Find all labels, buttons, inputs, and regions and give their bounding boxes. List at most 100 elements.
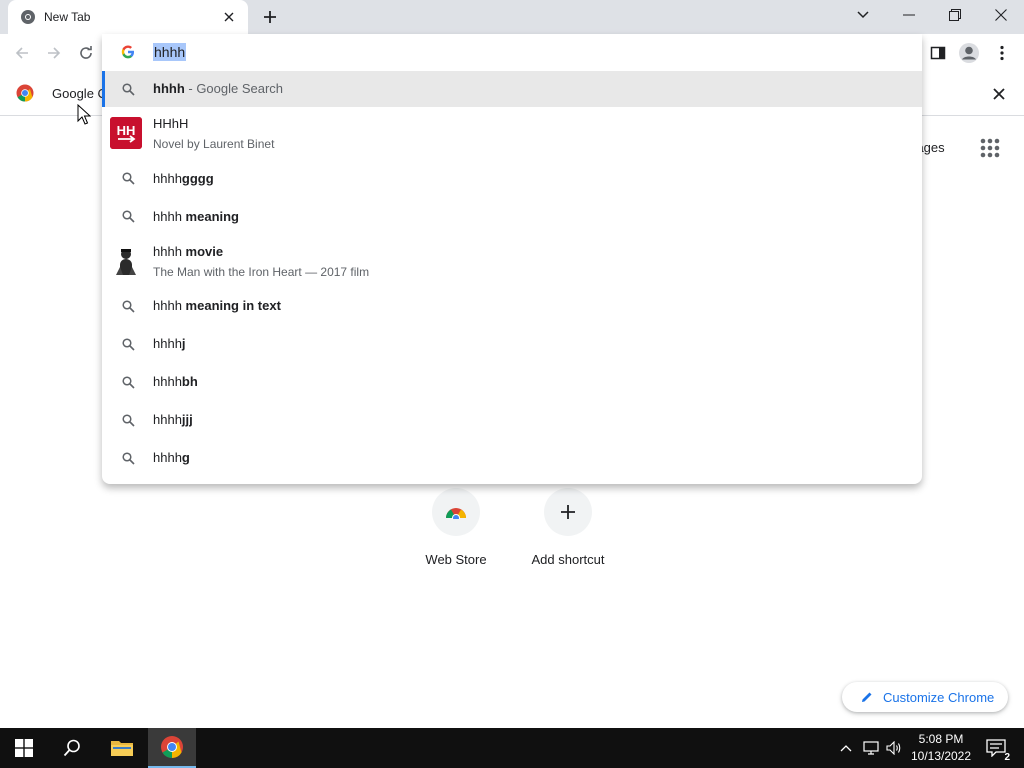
suggestion-subtitle: The Man with the Iron Heart — 2017 film xyxy=(153,265,370,279)
back-arrow-icon xyxy=(15,47,28,59)
shortcut-tile xyxy=(544,488,592,536)
profile-button[interactable] xyxy=(956,40,982,66)
apps-grid-icon[interactable] xyxy=(976,134,1004,162)
suggestion-query: hhhh xyxy=(153,244,186,259)
suggestion-row[interactable]: hhhhbh xyxy=(102,363,922,401)
close-tab-icon[interactable] xyxy=(220,8,238,26)
book-cover-icon: HH xyxy=(110,117,142,149)
suggestion-row[interactable]: hhhhg xyxy=(102,439,922,477)
suggestion-query: hhhh xyxy=(153,209,186,224)
volume-button[interactable] xyxy=(884,728,904,768)
forward-button[interactable] xyxy=(41,40,67,66)
omnibox-dropdown: hhhh hhhh - Google Search HH HHhH Novel … xyxy=(102,34,922,484)
notification-count: 2 xyxy=(1004,752,1010,763)
kebab-menu-icon xyxy=(1000,45,1004,61)
suggestion-query: hhhh xyxy=(153,412,182,427)
suggestion-title: HHhH xyxy=(153,116,189,131)
search-icon xyxy=(120,412,136,428)
minimize-button[interactable] xyxy=(886,0,932,30)
file-explorer-button[interactable] xyxy=(98,728,146,768)
clock-time: 5:08 PM xyxy=(918,732,964,746)
speaker-icon xyxy=(886,741,901,755)
suggestion-query: hhhh xyxy=(153,298,186,313)
close-window-button[interactable] xyxy=(978,0,1024,30)
network-icon xyxy=(863,741,879,755)
suggestion-subtitle: Novel by Laurent Binet xyxy=(153,137,275,151)
suggestion-row[interactable]: hhhhgggg xyxy=(102,159,922,197)
chrome-logo-icon xyxy=(16,84,34,107)
suggestion-bold: g xyxy=(181,450,190,465)
avatar-icon xyxy=(959,43,979,63)
plus-icon xyxy=(561,505,575,519)
suggestion-row[interactable]: HH HHhH Novel by Laurent Binet xyxy=(102,108,922,158)
tab-new-tab[interactable]: New Tab xyxy=(8,0,248,34)
back-button[interactable] xyxy=(9,40,35,66)
network-button[interactable] xyxy=(860,728,882,768)
shortcut-tile xyxy=(432,488,480,536)
notification-icon xyxy=(986,739,1006,757)
search-icon xyxy=(63,739,80,757)
new-tab-button[interactable] xyxy=(258,5,282,29)
suggestion-row[interactable]: hhhh meaning in text xyxy=(102,287,922,325)
suggestion-row[interactable]: hhhhj xyxy=(102,325,922,363)
mouse-cursor-icon xyxy=(77,103,92,131)
suggestion-query: hhhh xyxy=(153,171,182,186)
taskbar-search-button[interactable] xyxy=(48,728,96,768)
windows-logo-icon xyxy=(15,739,33,757)
notifications-button[interactable]: 2 xyxy=(978,728,1014,768)
close-icon xyxy=(993,88,1005,100)
search-icon xyxy=(120,298,136,314)
show-hidden-icons-button[interactable] xyxy=(836,728,856,768)
search-icon xyxy=(120,374,136,390)
movie-poster-icon xyxy=(110,245,142,277)
bookmark-item-label[interactable]: Google C xyxy=(52,86,107,101)
search-icon xyxy=(120,336,136,352)
reload-button[interactable] xyxy=(73,40,99,66)
side-panel-icon xyxy=(930,46,946,60)
suggestion-row[interactable]: hhhh - Google Search xyxy=(102,71,922,107)
tab-title: New Tab xyxy=(44,10,91,24)
side-panel-button[interactable] xyxy=(925,40,951,66)
taskbar-clock[interactable]: 5:08 PM 10/13/2022 xyxy=(904,731,978,765)
chrome-taskbar-button[interactable] xyxy=(148,728,196,768)
suggestion-query: hhhh xyxy=(153,374,182,389)
shortcut-label: Web Store xyxy=(425,552,487,567)
folder-icon xyxy=(111,741,133,756)
suggestion-bold: meaning xyxy=(185,209,240,224)
suggestion-query: hhhh xyxy=(153,450,182,465)
customize-chrome-label: Customize Chrome xyxy=(883,689,995,705)
suggestion-bold: jjj xyxy=(181,412,193,427)
search-icon xyxy=(120,208,136,224)
tab-search-button[interactable] xyxy=(840,0,886,30)
shortcut-web-store[interactable]: Web Store xyxy=(401,488,511,567)
suggestion-row[interactable]: hhhh movie The Man with the Iron Heart —… xyxy=(102,235,922,287)
suggestion-row[interactable]: hhhhjjj xyxy=(102,401,922,439)
shortcut-add[interactable]: Add shortcut xyxy=(513,488,623,567)
suggestion-suffix: - Google Search xyxy=(184,81,284,96)
reload-icon xyxy=(80,46,92,59)
chevron-up-icon xyxy=(840,745,852,752)
omnibox[interactable]: hhhh xyxy=(102,34,922,70)
suggestion-bold: j xyxy=(181,336,186,351)
chrome-web-store-icon xyxy=(446,508,466,519)
customize-chrome-button[interactable]: Customize Chrome xyxy=(842,682,1008,712)
search-icon xyxy=(120,170,136,186)
chrome-logo-icon xyxy=(161,736,183,758)
minimize-icon xyxy=(903,14,915,16)
pencil-icon xyxy=(862,692,872,702)
close-bar-button[interactable] xyxy=(990,85,1008,103)
suggestion-query: hhhh xyxy=(153,81,185,96)
restore-button[interactable] xyxy=(932,0,978,30)
plus-icon xyxy=(264,11,276,23)
restore-icon xyxy=(949,9,961,21)
shortcut-label: Add shortcut xyxy=(531,552,605,567)
start-button[interactable] xyxy=(0,728,48,768)
suggestion-bold: movie xyxy=(185,244,224,259)
clock-date: 10/13/2022 xyxy=(910,749,972,763)
menu-button[interactable] xyxy=(989,40,1015,66)
omnibox-input[interactable]: hhhh xyxy=(153,43,187,61)
suggestion-row[interactable]: hhhh meaning xyxy=(102,197,922,235)
forward-arrow-icon xyxy=(48,47,61,59)
chrome-tab-icon xyxy=(20,9,36,25)
search-icon xyxy=(120,81,136,97)
